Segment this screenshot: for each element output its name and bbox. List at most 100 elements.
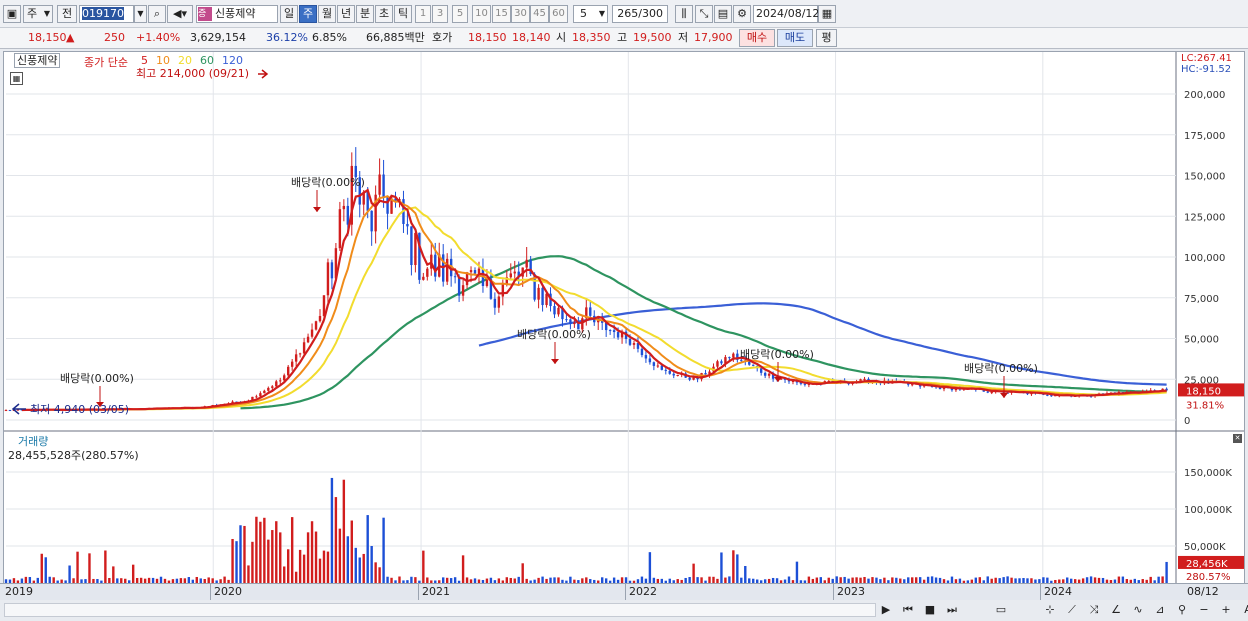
ma-legend-60: 60 (200, 54, 214, 67)
panel-close-icon[interactable]: ✕ (1233, 434, 1242, 443)
candle-body (473, 270, 477, 274)
candle-icon[interactable]: ⫼ (675, 5, 693, 23)
x-axis-label-2023: 2023 (837, 585, 865, 598)
tick-button-3[interactable]: 3 (432, 5, 448, 23)
cross-icon[interactable]: ⊹ (1042, 602, 1058, 618)
code-dropdown[interactable]: ▼ (134, 5, 147, 23)
volume-bar (239, 525, 242, 583)
trend-icon[interactable]: ⟋ (1064, 602, 1080, 618)
stop-icon[interactable]: ■ (922, 602, 938, 618)
view-count[interactable]: 265/300 (612, 5, 668, 23)
price-tick-label: 0 (1184, 416, 1190, 427)
candle-body (704, 373, 707, 375)
volume-bar (235, 541, 238, 583)
quote-bar: 18,150 ▲ 250 +1.40% 3,629,154 36.12% 6.8… (0, 28, 1248, 49)
volume-bar (259, 521, 262, 583)
candle-body (1046, 394, 1049, 396)
forward-icon[interactable]: ⏭ (944, 602, 960, 618)
period-button-6[interactable]: 초 (375, 5, 393, 23)
period-button-2[interactable]: 주 (299, 5, 317, 23)
hc-label: HC:-91.52 (1181, 64, 1232, 75)
volume-bar (692, 563, 695, 583)
text-icon[interactable]: A (1240, 602, 1248, 618)
volume-bar (68, 565, 71, 583)
ruler-icon[interactable]: ⊿ (1152, 602, 1168, 618)
candle-body (716, 361, 719, 367)
candle-body (569, 319, 572, 325)
jeon-button[interactable]: 전 (57, 5, 77, 23)
volume-bar (40, 553, 43, 583)
tick-button-15[interactable]: 15 (492, 5, 511, 23)
zoom-icon[interactable]: ⚲ (1174, 602, 1190, 618)
period-button-1[interactable]: 일 (280, 5, 298, 23)
scrollbar[interactable] (4, 603, 876, 617)
candle-body (628, 338, 632, 345)
candle-body (767, 373, 771, 376)
high-value: 19,500 (633, 31, 672, 44)
chart-area[interactable]: 최고 214,000 (09/21) 최저 4,940 (03/05) 배당락(0.… (3, 51, 1245, 601)
angle-icon[interactable]: ∠ (1108, 602, 1124, 618)
tick-button-60[interactable]: 60 (549, 5, 568, 23)
save-icon[interactable]: ▤ (714, 5, 732, 23)
min-price-label: 최저 4,940 (03/05) (30, 403, 129, 416)
ma-line-10 (41, 195, 1167, 411)
buy-button[interactable]: 매수 (739, 29, 775, 47)
play-icon[interactable]: ▶ (878, 602, 894, 618)
candle-body (318, 316, 322, 322)
eval-button[interactable]: 평 (816, 29, 837, 47)
speaker-icon[interactable]: ◀▾ (167, 5, 193, 23)
volume-bar (358, 557, 361, 583)
wave-icon[interactable]: ∿ (1130, 602, 1146, 618)
volume-bar (314, 531, 318, 583)
low-value: 17,900 (694, 31, 733, 44)
volume-bar (986, 576, 989, 583)
tick-button-1[interactable]: 1 (415, 5, 431, 23)
tick-button-45[interactable]: 45 (530, 5, 549, 23)
rewind-icon[interactable]: ⏮ (900, 602, 916, 618)
legend-name[interactable]: 신풍제약 (14, 53, 61, 68)
tick-button-5[interactable]: 5 (452, 5, 468, 23)
volume-bar (112, 566, 115, 583)
tick-button-10[interactable]: 10 (472, 5, 491, 23)
candle-body (648, 358, 652, 363)
candle-body (382, 174, 385, 198)
candle-body (294, 354, 298, 362)
tick-button-30[interactable]: 30 (511, 5, 530, 23)
tool-icon[interactable]: ⤡ (695, 5, 713, 23)
x-axis-divider (833, 584, 834, 600)
volume-bar (302, 554, 306, 583)
candle-body (732, 353, 735, 358)
period-button-7[interactable]: 틱 (394, 5, 412, 23)
volume-bar (744, 565, 747, 583)
period-button-5[interactable]: 분 (356, 5, 374, 23)
dividend-marker-icon (551, 359, 559, 364)
volume-value: 3,629,154 (190, 31, 246, 44)
count-select[interactable]: 5 ▼ (573, 5, 608, 23)
code-input[interactable]: 019170 (79, 5, 134, 23)
date-input[interactable]: 2024/08/12 (753, 5, 819, 23)
stock-name-field[interactable]: 증 신풍제약 (196, 5, 278, 23)
price-tick-label: 200,000 (1184, 90, 1225, 101)
candle-body (271, 386, 274, 388)
layout-icon[interactable]: ▣ (3, 5, 21, 23)
gear-icon[interactable]: ⚙ (733, 5, 751, 23)
plus-icon[interactable]: + (1218, 602, 1234, 618)
price-tick-label: 125,000 (1184, 212, 1225, 223)
period-button-4[interactable]: 년 (337, 5, 355, 23)
minus-icon[interactable]: − (1196, 602, 1212, 618)
volume-bar (279, 532, 282, 583)
candle-body (461, 285, 465, 296)
candle-body (513, 271, 516, 274)
market-select[interactable]: 주 ▼ (23, 5, 53, 23)
range-icon[interactable]: ▭ (966, 602, 1036, 618)
period-button-3[interactable]: 월 (318, 5, 336, 23)
toolbar: ▣ 주 ▼ 전 019170 ▼ ⌕ ◀▾ 증 신풍제약 일주월년분초틱 1 3 5 10… (0, 0, 1248, 28)
search-icon[interactable]: ⌕ (148, 5, 166, 23)
calculator-icon[interactable]: ▦ (10, 72, 23, 85)
chart-svg[interactable]: 최고 214,000 (09/21) 최저 4,940 (03/05) 배당락(0.… (4, 52, 1244, 600)
sell-button[interactable]: 매도 (777, 29, 813, 47)
candle-body (565, 319, 568, 321)
fib-icon[interactable]: ⤨ (1086, 602, 1102, 618)
volume-bar (306, 532, 310, 583)
calendar-icon[interactable]: ▦ (818, 5, 836, 23)
